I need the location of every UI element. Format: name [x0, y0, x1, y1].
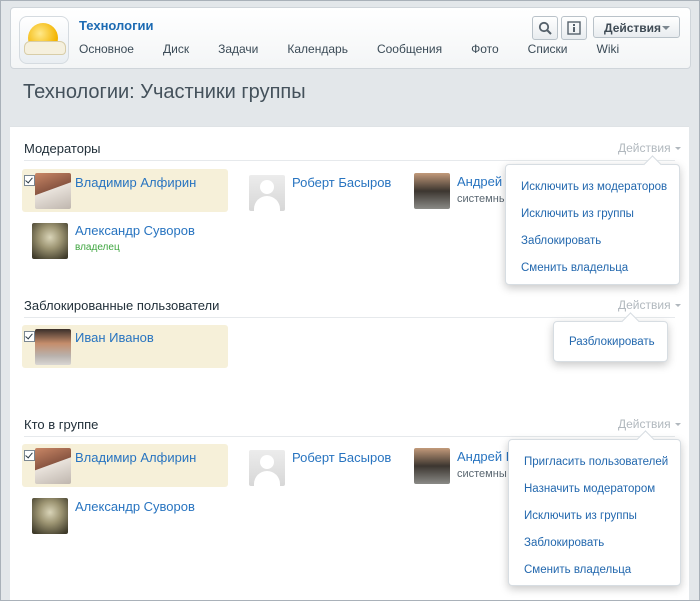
member-role: системны — [457, 193, 507, 205]
member-andrey[interactable]: Андрей Г системны — [413, 444, 513, 487]
nav-item-calendar[interactable]: Календарь — [287, 42, 348, 56]
group-header: Технологии Основное Диск Задачи Календар… — [10, 7, 691, 69]
info-button[interactable] — [561, 16, 587, 40]
menu-item-remove-from-group[interactable]: Исключить из группы — [524, 510, 637, 522]
moderator-suvorov[interactable]: Александр Суворов владелец — [22, 219, 228, 262]
menu-item-block[interactable]: Заблокировать — [521, 235, 601, 247]
member-name[interactable]: Владимир Алфирин — [75, 450, 196, 465]
nav-item-messages[interactable]: Сообщения — [377, 42, 442, 56]
caret-down-icon — [674, 304, 681, 308]
member-role: системны — [457, 468, 507, 480]
nav-item-wiki[interactable]: Wiki — [597, 42, 620, 56]
member-name[interactable]: Александр Суворов — [75, 223, 195, 238]
caret-down-icon — [674, 147, 681, 151]
members-actions-button[interactable]: Действия — [618, 417, 681, 431]
nav-item-lists[interactable]: Списки — [528, 42, 568, 56]
moderators-actions-label: Действия — [618, 141, 671, 155]
members-title: Кто в группе — [24, 417, 99, 432]
avatar — [35, 173, 71, 209]
members-divider — [24, 436, 675, 437]
nav-item-photo[interactable]: Фото — [471, 42, 499, 56]
avatar — [249, 450, 285, 486]
header-actions-button[interactable]: Действия — [593, 16, 680, 38]
avatar — [249, 175, 285, 211]
nav-item-main[interactable]: Основное — [79, 42, 134, 56]
avatar — [35, 448, 71, 484]
info-icon — [567, 21, 581, 35]
search-button[interactable] — [532, 16, 558, 40]
avatar — [414, 173, 450, 209]
group-nav: Основное Диск Задачи Календарь Сообщения… — [79, 42, 648, 56]
member-name[interactable]: Владимир Алфирин — [75, 175, 196, 190]
moderators-actions-menu: Исключить из модераторов Исключить из гр… — [505, 164, 680, 285]
blocked-actions-menu: Разблокировать — [553, 321, 668, 362]
blocked-actions-button[interactable]: Действия — [618, 298, 681, 312]
header-actions-label: Действия — [604, 21, 662, 35]
nav-item-disk[interactable]: Диск — [163, 42, 189, 56]
avatar — [32, 498, 68, 534]
members-actions-label: Действия — [618, 417, 671, 431]
search-icon — [538, 21, 552, 35]
app-window: Технологии Основное Диск Задачи Календар… — [0, 0, 700, 601]
menu-item-invite-users[interactable]: Пригласить пользователей — [524, 456, 668, 468]
menu-item-block[interactable]: Заблокировать — [524, 537, 604, 549]
menu-item-unblock[interactable]: Разблокировать — [569, 336, 655, 348]
checkbox-icon[interactable] — [24, 331, 35, 342]
owner-badge: владелец — [75, 242, 120, 253]
moderator-andrey[interactable]: Андрей Г системны — [413, 169, 513, 212]
member-suvorov[interactable]: Александр Суворов — [22, 494, 228, 537]
member-name[interactable]: Иван Иванов — [75, 330, 154, 345]
group-title[interactable]: Технологии — [79, 18, 153, 33]
blocked-ivanov[interactable]: Иван Иванов — [22, 325, 228, 368]
member-name[interactable]: Роберт Басыров — [292, 450, 391, 465]
avatar — [32, 223, 68, 259]
moderators-title: Модераторы — [24, 141, 101, 156]
menu-item-change-owner[interactable]: Сменить владельца — [524, 564, 631, 576]
member-name[interactable]: Роберт Басыров — [292, 175, 391, 190]
menu-item-remove-from-group[interactable]: Исключить из группы — [521, 208, 634, 220]
moderator-alfirin[interactable]: Владимир Алфирин — [22, 169, 228, 212]
checkbox-icon[interactable] — [24, 175, 35, 186]
caret-down-icon — [662, 26, 670, 30]
members-actions-menu: Пригласить пользователей Назначить модер… — [508, 439, 681, 586]
group-logo[interactable] — [19, 16, 69, 64]
member-name[interactable]: Александр Суворов — [75, 499, 195, 514]
blocked-divider — [24, 317, 675, 318]
avatar — [35, 329, 71, 365]
avatar — [414, 448, 450, 484]
menu-item-remove-moderator[interactable]: Исключить из модераторов — [521, 181, 667, 193]
moderator-basyrov[interactable]: Роберт Басыров — [248, 169, 408, 212]
blocked-actions-label: Действия — [618, 298, 671, 312]
menu-item-make-moderator[interactable]: Назначить модератором — [524, 483, 655, 495]
member-basyrov[interactable]: Роберт Басыров — [248, 444, 408, 487]
member-alfirin[interactable]: Владимир Алфирин — [22, 444, 228, 487]
member-name[interactable]: Андрей Г — [457, 449, 513, 464]
blocked-title: Заблокированные пользователи — [24, 298, 220, 313]
nav-item-tasks[interactable]: Задачи — [218, 42, 258, 56]
moderators-actions-button[interactable]: Действия — [618, 141, 681, 155]
menu-item-change-owner[interactable]: Сменить владельца — [521, 262, 628, 274]
checkbox-icon[interactable] — [24, 450, 35, 461]
page-title: Технологии: Участники группы — [23, 81, 306, 103]
logo-cap-icon — [24, 41, 66, 55]
moderators-divider — [24, 160, 675, 161]
caret-down-icon — [674, 423, 681, 427]
members-panel: Модераторы Действия Владимир Алфирин Роб… — [10, 126, 689, 600]
